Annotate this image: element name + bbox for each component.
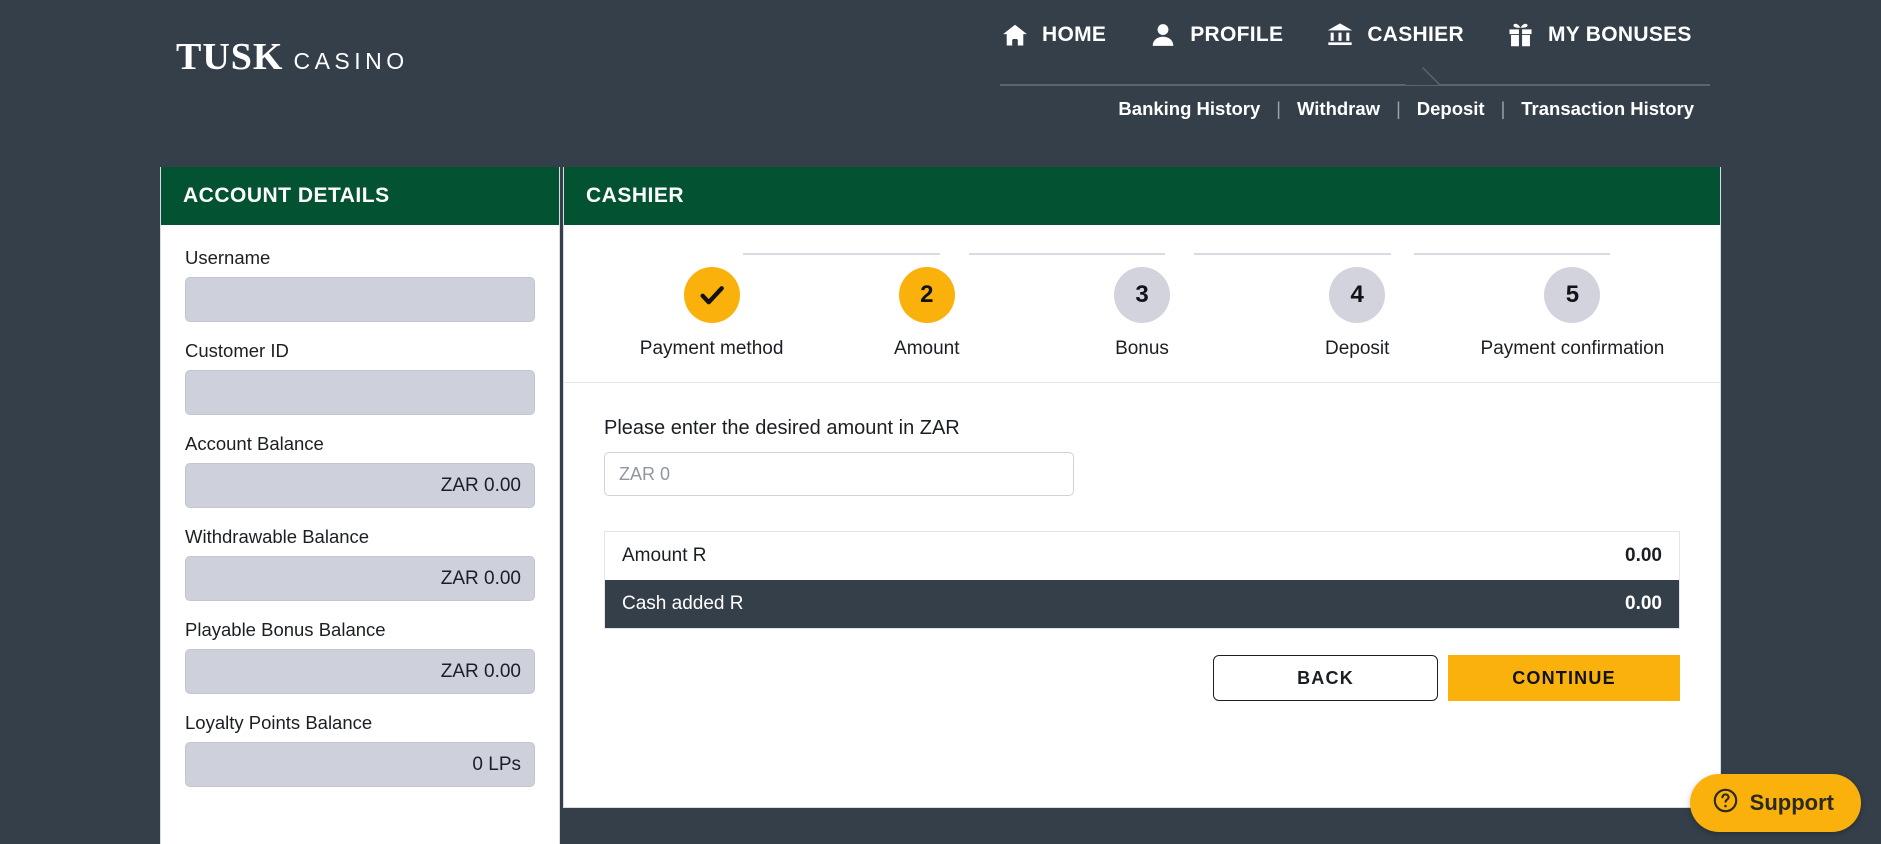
field-playable-bonus-balance: Playable Bonus Balance ZAR 0.00: [185, 619, 535, 694]
nav-label-home: HOME: [1042, 23, 1107, 46]
gift-icon: [1506, 20, 1536, 50]
amount-prompt: Please enter the desired amount in ZAR: [604, 417, 960, 439]
field-value-username: [185, 277, 535, 322]
step-payment-confirmation[interactable]: 5 Payment confirmation: [1465, 267, 1680, 360]
summary-label-amount: Amount R: [622, 545, 707, 566]
field-label-account-balance: Account Balance: [185, 433, 324, 454]
question-circle-icon: [1712, 787, 1739, 819]
account-details-title: ACCOUNT DETAILS: [161, 167, 559, 225]
amount-summary: Amount R 0.00 Cash added R 0.00: [604, 531, 1680, 629]
summary-label-cash-added: Cash added R: [622, 593, 744, 614]
step-connector-3: [1194, 253, 1391, 255]
logo-word-tusk: TUSK: [176, 36, 284, 78]
nav-label-cashier: CASHIER: [1367, 23, 1464, 46]
user-icon: [1148, 20, 1178, 50]
casino-cashier-page: TUSK CASINO HOME PROFILE CASHIER MY BONU…: [0, 0, 1881, 844]
primary-navigation: HOME PROFILE CASHIER MY BONUSES: [1000, 20, 1692, 64]
step-label-amount: Amount: [894, 338, 960, 359]
field-customer-id: Customer ID: [185, 340, 535, 415]
field-withdrawable-balance: Withdrawable Balance ZAR 0.00: [185, 526, 535, 601]
amount-input[interactable]: [604, 452, 1074, 496]
field-label-username: Username: [185, 247, 271, 268]
nav-item-profile[interactable]: PROFILE: [1148, 20, 1283, 64]
home-icon: [1000, 20, 1030, 50]
subnav-item-transaction-history[interactable]: Transaction History: [1505, 98, 1710, 120]
step-circle-5: 5: [1544, 267, 1601, 323]
check-icon: [700, 286, 724, 305]
nav-item-my-bonuses[interactable]: MY BONUSES: [1506, 20, 1692, 64]
summary-row-cash-added: Cash added R 0.00: [605, 580, 1679, 628]
field-value-account-balance: ZAR 0.00: [185, 463, 535, 508]
logo-word-casino: CASINO: [293, 48, 409, 74]
field-value-loyalty-points-balance: 0 LPs: [185, 742, 535, 787]
field-value-playable-bonus-balance: ZAR 0.00: [185, 649, 535, 694]
cashier-panel: CASHIER Payment method 2 Amount 3 Bonus …: [563, 167, 1721, 808]
subnav-item-banking-history[interactable]: Banking History: [1102, 98, 1276, 120]
step-label-deposit: Deposit: [1324, 338, 1390, 359]
deposit-stepper: Payment method 2 Amount 3 Bonus 4 Deposi…: [564, 225, 1720, 383]
nav-label-profile: PROFILE: [1190, 23, 1284, 46]
step-bonus[interactable]: 3 Bonus: [1034, 267, 1249, 360]
cashier-content: Please enter the desired amount in ZAR A…: [564, 383, 1720, 701]
nav-divider: [1000, 84, 1710, 86]
support-widget[interactable]: Support: [1689, 774, 1861, 832]
subnav-item-deposit[interactable]: Deposit: [1401, 98, 1501, 120]
continue-button[interactable]: CONTINUE: [1448, 655, 1680, 701]
step-connector-1: [743, 253, 940, 255]
bank-icon: [1325, 20, 1355, 50]
step-amount[interactable]: 2 Amount: [819, 267, 1034, 360]
summary-value-amount: 0.00: [1625, 545, 1662, 566]
step-connector-2: [968, 253, 1166, 255]
summary-value-cash-added: 0.00: [1625, 593, 1662, 614]
step-circle-4: 4: [1329, 267, 1386, 323]
field-username: Username: [185, 247, 535, 322]
step-list: Payment method 2 Amount 3 Bonus 4 Deposi…: [604, 267, 1680, 360]
step-circle-2: 2: [898, 267, 955, 323]
step-payment-method[interactable]: Payment method: [604, 267, 819, 360]
support-label: Support: [1749, 790, 1834, 815]
active-nav-indicator: [1405, 68, 1439, 85]
cashier-subnavigation: Banking History | Withdraw | Deposit | T…: [1000, 98, 1710, 120]
step-connector-4: [1413, 253, 1611, 255]
field-label-withdrawable-balance: Withdrawable Balance: [185, 526, 370, 547]
back-button[interactable]: BACK: [1213, 655, 1438, 701]
nav-label-my-bonuses: MY BONUSES: [1547, 23, 1692, 46]
field-account-balance: Account Balance ZAR 0.00: [185, 433, 535, 508]
field-label-customer-id: Customer ID: [185, 340, 289, 361]
account-details-panel: ACCOUNT DETAILS Username Customer ID Acc…: [160, 167, 560, 844]
nav-item-cashier[interactable]: CASHIER: [1325, 20, 1464, 64]
nav-item-home[interactable]: HOME: [1000, 20, 1106, 64]
field-loyalty-points-balance: Loyalty Points Balance 0 LPs: [185, 712, 535, 787]
site-logo[interactable]: TUSK CASINO: [176, 38, 409, 76]
step-circle-1: [683, 267, 740, 323]
step-label-payment-method: Payment method: [639, 338, 784, 359]
step-label-bonus: Bonus: [1115, 338, 1169, 359]
field-label-playable-bonus-balance: Playable Bonus Balance: [185, 619, 386, 640]
field-value-customer-id: [185, 370, 535, 415]
summary-row-amount: Amount R 0.00: [605, 532, 1679, 580]
step-label-payment-confirmation: Payment confirmation: [1480, 338, 1665, 359]
subnav-item-withdraw[interactable]: Withdraw: [1281, 98, 1396, 120]
account-details-fields: Username Customer ID Account Balance ZAR…: [161, 225, 559, 787]
field-label-loyalty-points-balance: Loyalty Points Balance: [185, 712, 373, 733]
cashier-actions: BACK CONTINUE: [604, 655, 1680, 701]
step-deposit[interactable]: 4 Deposit: [1250, 267, 1465, 360]
field-value-withdrawable-balance: ZAR 0.00: [185, 556, 535, 601]
step-circle-3: 3: [1114, 267, 1170, 323]
site-header: TUSK CASINO HOME PROFILE CASHIER MY BONU…: [0, 0, 1881, 140]
cashier-title: CASHIER: [564, 167, 1720, 225]
